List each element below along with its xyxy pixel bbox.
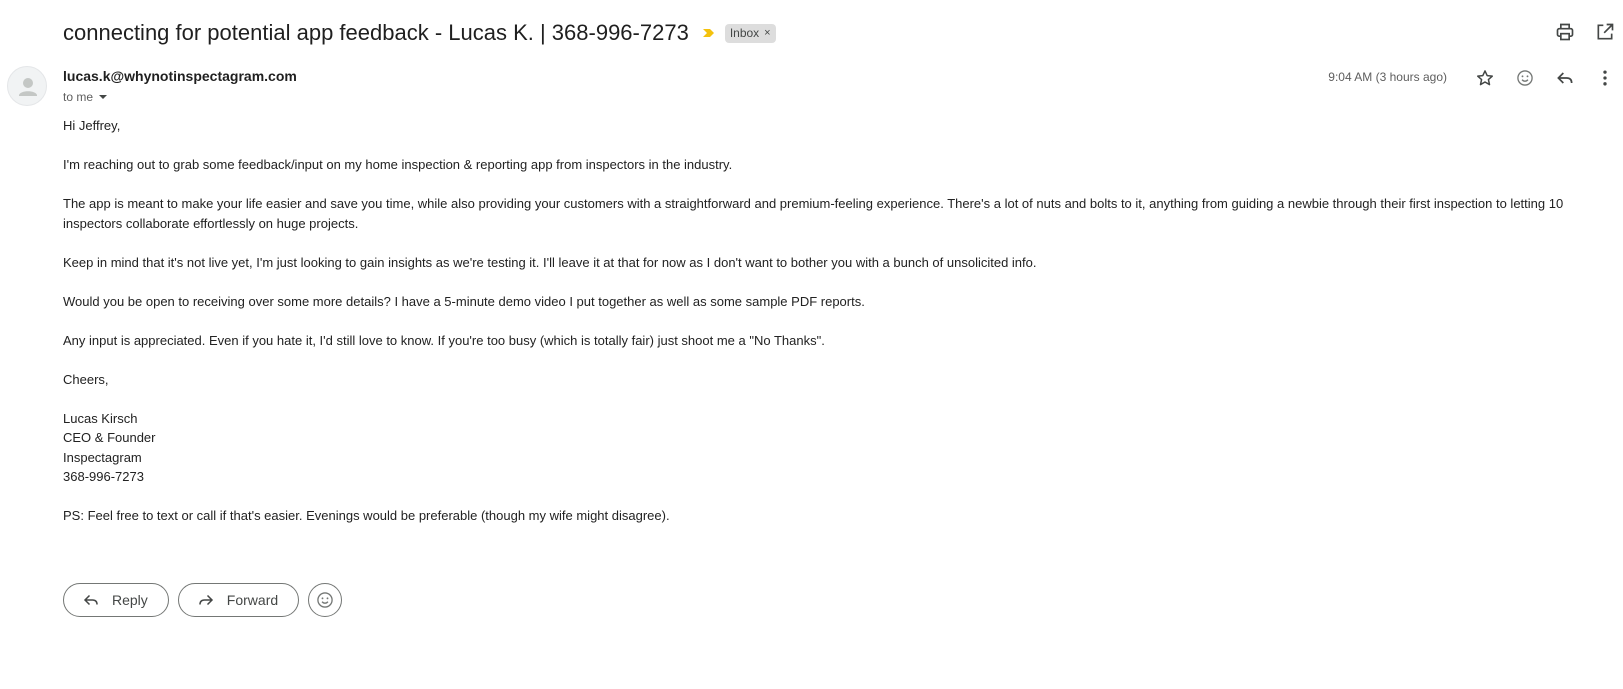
- open-in-new-window-icon[interactable]: [1593, 20, 1617, 44]
- recipient-details-toggle[interactable]: to me: [63, 90, 109, 104]
- message-actions: [1473, 66, 1617, 90]
- forward-icon: [199, 594, 213, 606]
- reply-button-label: Reply: [112, 592, 148, 608]
- print-icon[interactable]: [1553, 20, 1577, 44]
- signature-block: Lucas Kirsch CEO & Founder Inspectagram …: [63, 409, 1603, 487]
- subject-row: connecting for potential app feedback - …: [63, 14, 776, 52]
- body-paragraph: Would you be open to receiving over some…: [63, 293, 865, 309]
- inbox-label-text: Inbox: [729, 25, 760, 40]
- emoji-icon: [317, 592, 333, 608]
- reply-actions-bar: Reply Forward: [63, 583, 343, 617]
- sender-avatar[interactable]: [7, 66, 47, 106]
- body-paragraph: The app is meant to make your life easie…: [63, 196, 1564, 231]
- postscript: PS: Feel free to text or call if that's …: [63, 508, 670, 523]
- emoji-reaction-button[interactable]: [308, 583, 343, 617]
- reply-button[interactable]: Reply: [63, 583, 169, 617]
- message-timestamp: 9:04 AM (3 hours ago): [1328, 70, 1447, 84]
- more-vert-icon[interactable]: [1593, 66, 1617, 90]
- greeting: Hi Jeffrey,: [63, 118, 121, 133]
- importance-marker-icon[interactable]: [702, 26, 716, 40]
- default-avatar-icon: [19, 78, 37, 96]
- forward-button[interactable]: Forward: [177, 583, 300, 617]
- thread-actions: [1553, 20, 1617, 44]
- emoji-reaction-icon[interactable]: [1513, 66, 1537, 90]
- body-paragraph: Any input is appreciated. Even if you ha…: [63, 332, 825, 348]
- sender-email[interactable]: lucas.k@whynotinspectagram.com: [63, 68, 297, 84]
- chevron-down-icon: [99, 95, 108, 99]
- body-paragraph: I'm reaching out to grab some feedback/i…: [63, 157, 733, 172]
- star-icon[interactable]: [1473, 66, 1497, 90]
- recipient-label: to me: [63, 90, 94, 104]
- reply-icon[interactable]: [1553, 66, 1577, 90]
- body-paragraph: Keep in mind that it's not live yet, I'm…: [63, 254, 1037, 270]
- signature-name: Lucas Kirsch: [63, 410, 138, 426]
- forward-button-label: Forward: [226, 592, 279, 608]
- remove-label-icon[interactable]: ×: [764, 27, 770, 39]
- signature-title: CEO & Founder: [63, 430, 156, 445]
- signature-phone: 368-996-7273: [63, 469, 144, 484]
- reply-icon: [83, 594, 98, 606]
- closing: Cheers,: [63, 371, 109, 387]
- message-body: Hi Jeffrey, I'm reaching out to grab som…: [63, 116, 1603, 545]
- signature-company: Inspectagram: [63, 449, 142, 465]
- email-subject: connecting for potential app feedback - …: [63, 20, 689, 45]
- inbox-label-chip[interactable]: Inbox ×: [724, 23, 776, 43]
